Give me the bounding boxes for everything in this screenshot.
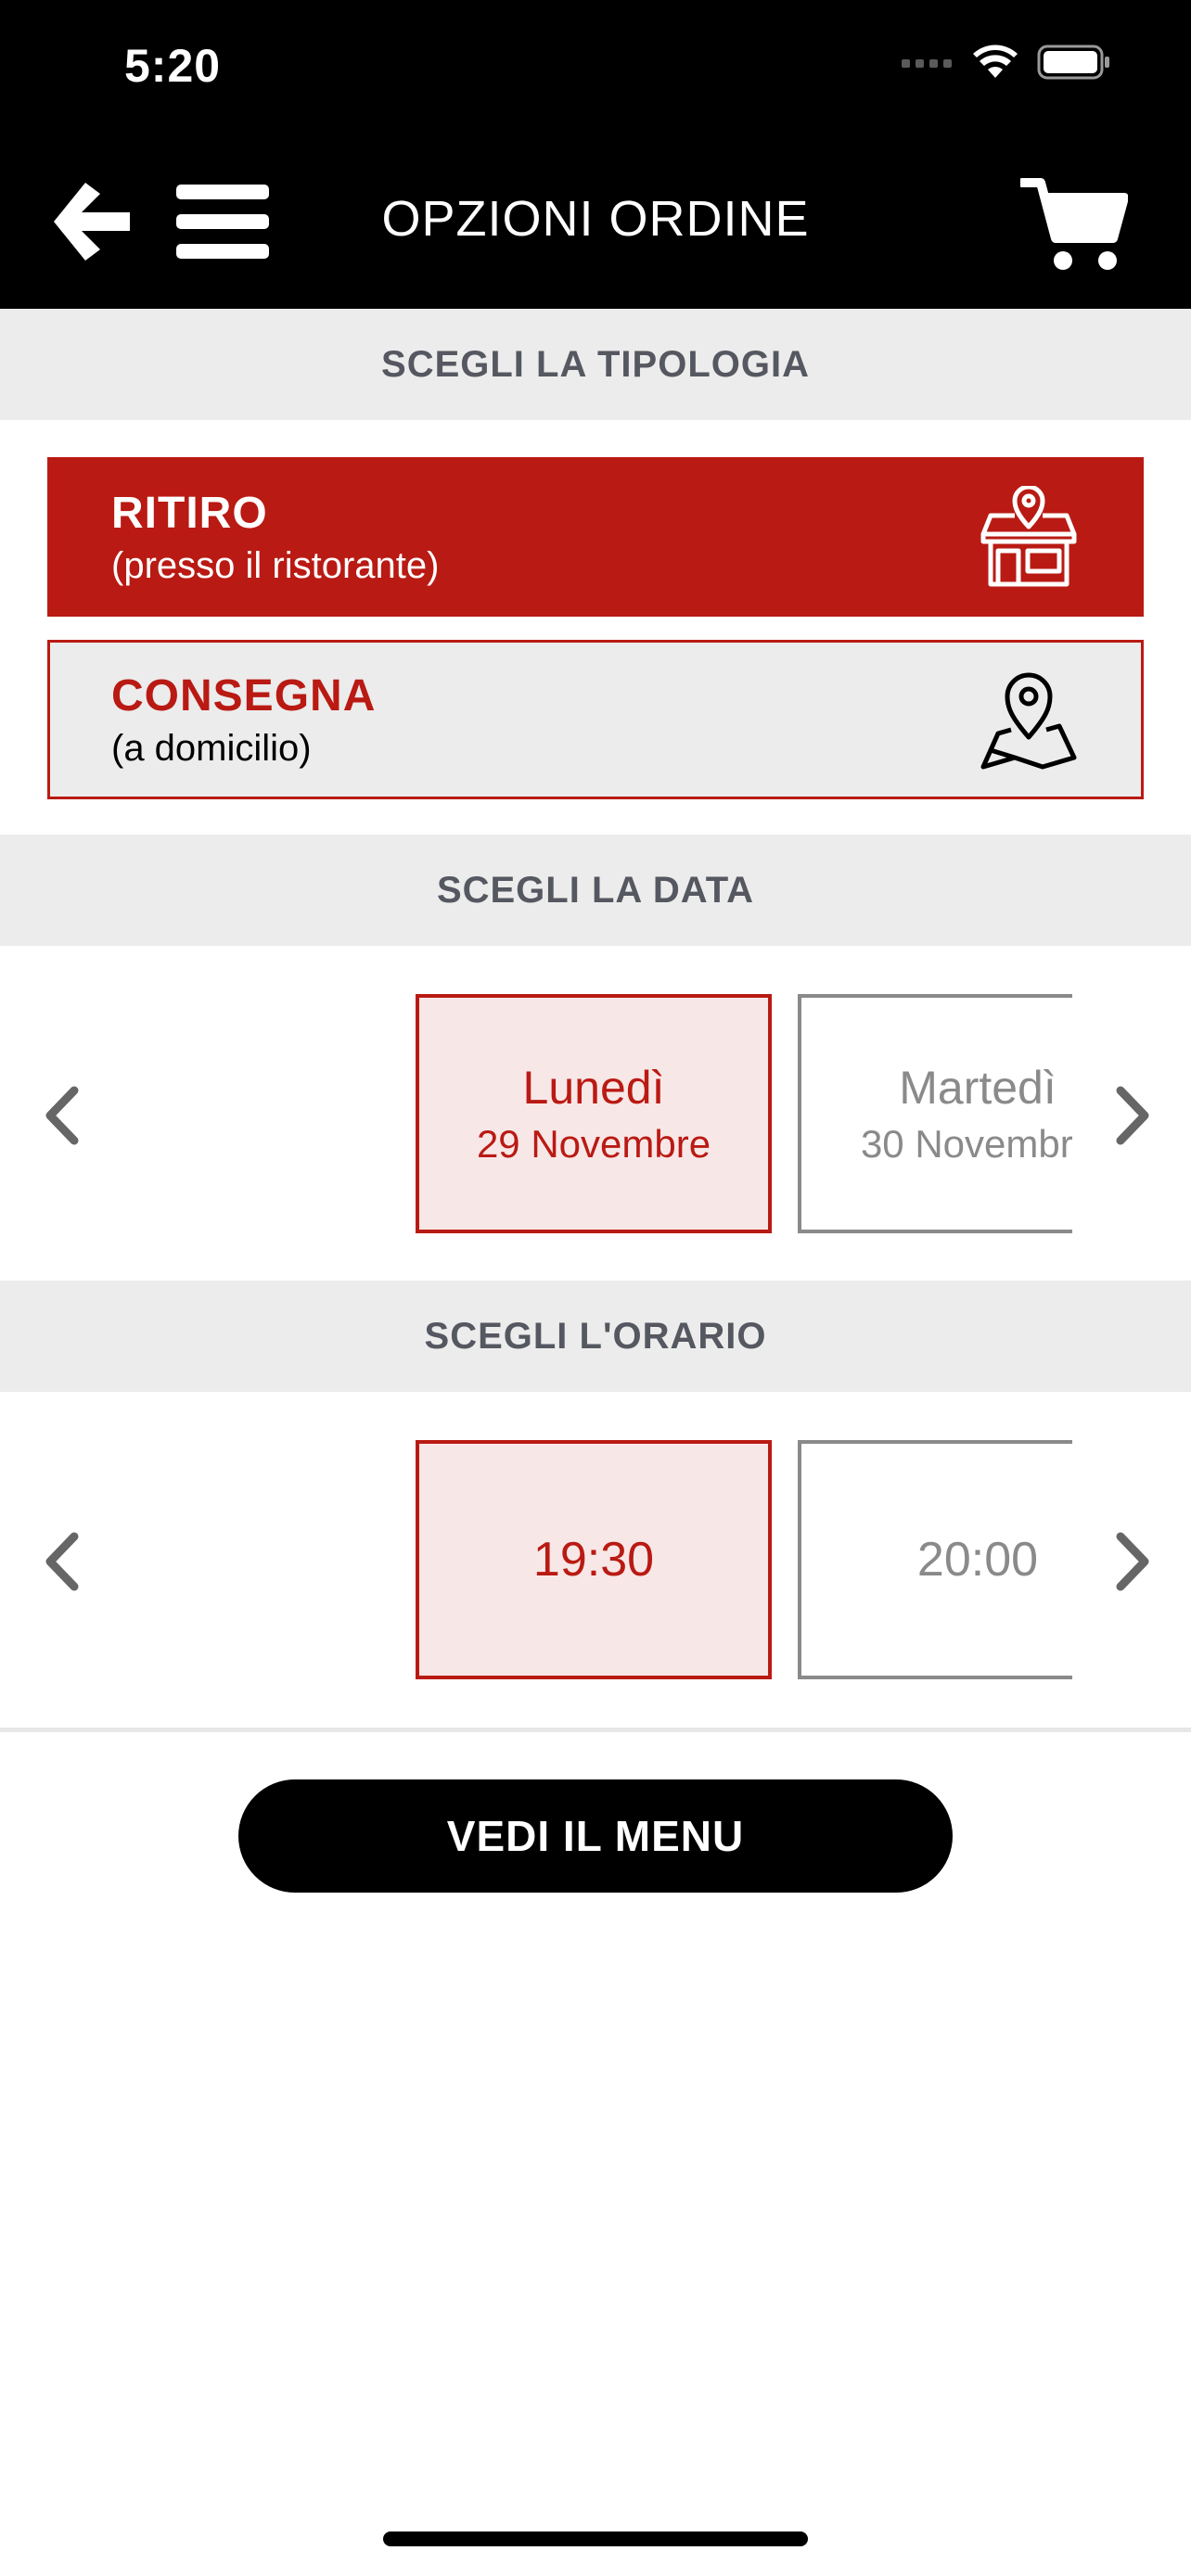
chevron-right-icon[interactable] — [1104, 1083, 1159, 1148]
page-title: OPZIONI ORDINE — [381, 191, 810, 247]
order-type-subtitle: (a domicilio) — [111, 728, 312, 769]
time-value: 20:00 — [916, 1533, 1039, 1587]
time-carousel: 19:30 20:00 — [0, 1440, 1191, 1679]
section-header-type: SCEGLI LA TIPOLOGIA — [0, 309, 1191, 420]
map-pin-icon — [980, 672, 1077, 770]
date-card[interactable]: Martedì 30 Novembre — [798, 994, 1072, 1233]
section-header-date: SCEGLI LA DATA — [0, 835, 1191, 946]
order-type-delivery[interactable]: CONSEGNA (a domicilio) — [47, 640, 1144, 799]
chevron-left-icon[interactable] — [35, 1529, 91, 1594]
status-time: 5:20 — [124, 40, 222, 92]
section-header-time: SCEGLI L'ORARIO — [0, 1281, 1191, 1392]
order-type-subtitle: (presso il ristorante) — [111, 545, 440, 586]
order-type-title: CONSEGNA — [111, 671, 377, 721]
top-bar: 5:20 OPZIONI ORDINE — [0, 0, 1191, 309]
date-day: Lunedì — [522, 1062, 665, 1114]
hamburger-menu-icon[interactable] — [176, 183, 269, 261]
date-day: Martedì — [899, 1062, 1057, 1114]
status-icons — [902, 45, 1111, 80]
time-value: 19:30 — [532, 1533, 655, 1587]
order-type-pickup[interactable]: RITIRO (presso il ristorante) — [47, 457, 1144, 617]
battery-icon — [1037, 45, 1109, 80]
wifi-icon — [973, 45, 1018, 78]
back-arrow-icon[interactable] — [48, 177, 134, 266]
time-card[interactable]: 20:00 — [798, 1440, 1072, 1679]
order-options-screen: 5:20 OPZIONI ORDINE SCEGLI LA TIPOLOGIA … — [0, 0, 1191, 2576]
cart-icon[interactable] — [1020, 177, 1128, 274]
time-card-selected[interactable]: 19:30 — [416, 1440, 772, 1679]
time-viewport: 19:30 20:00 — [416, 1440, 1072, 1679]
date-date: 29 Novembre — [476, 1122, 711, 1166]
date-viewport: Lunedì 29 Novembre Martedì 30 Novembre — [416, 994, 1072, 1233]
navigation-bar: OPZIONI ORDINE — [0, 162, 1191, 283]
date-date: 30 Novembre — [860, 1122, 1072, 1166]
view-menu-button[interactable]: VEDI IL MENU — [238, 1779, 953, 1893]
order-type-title: RITIRO — [111, 489, 268, 538]
date-card-selected[interactable]: Lunedì 29 Novembre — [416, 994, 772, 1233]
store-location-icon — [980, 486, 1077, 587]
chevron-right-icon[interactable] — [1104, 1529, 1159, 1594]
divider — [0, 1728, 1191, 1732]
date-carousel: Lunedì 29 Novembre Martedì 30 Novembre — [0, 994, 1191, 1233]
cellular-signal-icon — [902, 59, 952, 68]
home-indicator — [383, 2531, 808, 2546]
chevron-left-icon[interactable] — [35, 1083, 91, 1148]
